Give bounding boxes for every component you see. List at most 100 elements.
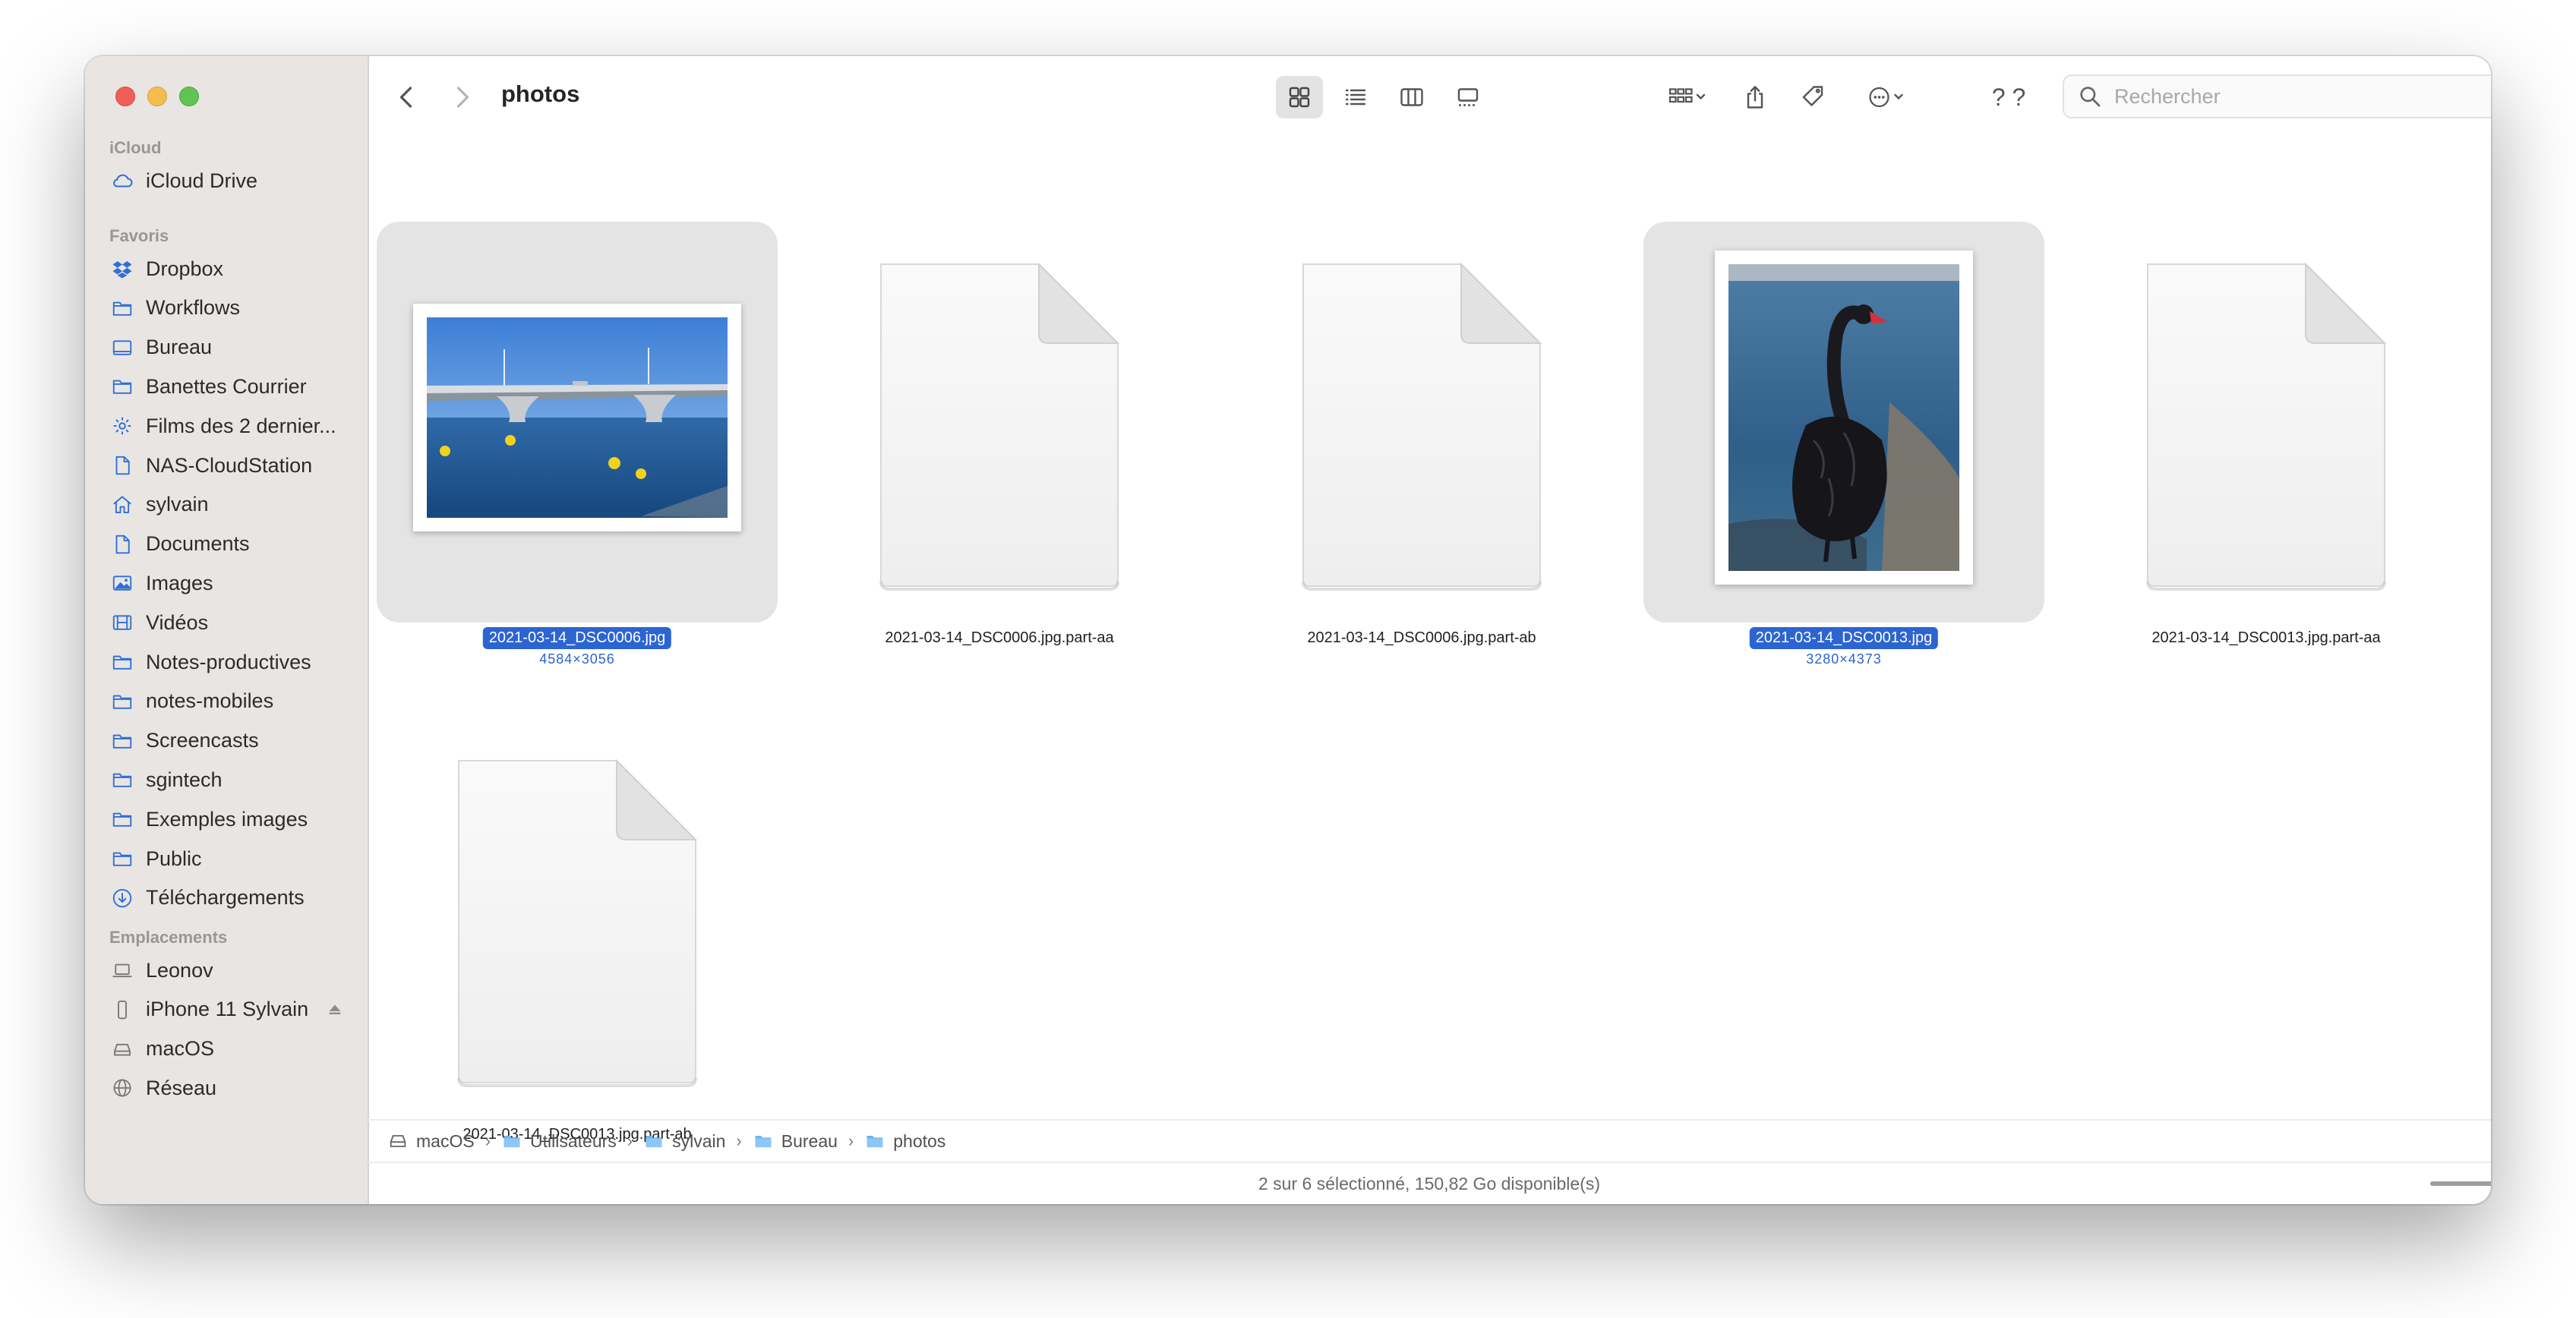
sidebar-section-header: Emplacements — [109, 928, 228, 947]
sidebar-item-label: Banettes Courrier — [146, 374, 307, 398]
column-view-button[interactable] — [1388, 76, 1435, 118]
sidebar-item[interactable]: notes-mobiles — [109, 683, 360, 720]
path-separator-icon: › — [736, 1131, 742, 1150]
search-input[interactable] — [2113, 84, 2491, 109]
photo-icon — [109, 570, 135, 596]
globe-icon — [109, 1075, 135, 1101]
image-dimensions: 3280×4373 — [1806, 651, 1882, 667]
sidebar-item[interactable]: Banettes Courrier — [109, 368, 360, 405]
sidebar-item[interactable]: Réseau — [109, 1070, 360, 1106]
sidebar: iCloud iCloud Drive Favoris Dropbox Workflow… — [85, 56, 369, 1204]
list-view-button[interactable] — [1332, 76, 1379, 118]
sidebar-item-label: iPhone 11 Sylvain — [146, 998, 309, 1021]
phone-icon — [109, 997, 135, 1023]
sidebar-item[interactable]: Screencasts — [109, 723, 360, 759]
path-crumb-label: Utilisateurs — [530, 1130, 617, 1151]
desktop-icon — [109, 335, 135, 361]
minimize-window-button[interactable] — [147, 87, 167, 106]
more-actions-button[interactable] — [1855, 76, 1920, 118]
sidebar-item[interactable]: iPhone 11 Sylvain — [109, 992, 360, 1028]
sidebar-item[interactable]: Téléchargements — [109, 880, 360, 916]
file-item[interactable]: 2021-03-14_DSC0013.jpg 3280×4373 — [1643, 222, 2066, 677]
file-grid: 2021-03-14_DSC0006.jpg 4584×3056 2021-03-1… — [368, 147, 2491, 1175]
file-item[interactable]: 2021-03-14_DSC0013.jpg.part-ab — [377, 718, 799, 1174]
help-button[interactable]: ? ? — [1975, 76, 2043, 118]
folder-icon — [867, 1136, 883, 1148]
icon-view-button[interactable] — [1276, 76, 1323, 118]
file-name: 2021-03-14_DSC0013.jpg — [1749, 627, 1939, 649]
sidebar-item-label: Notes-productives — [146, 650, 311, 673]
close-window-button[interactable] — [115, 87, 135, 106]
path-crumb-label: photos — [893, 1130, 946, 1151]
sidebar-item[interactable]: Bureau — [109, 330, 360, 366]
sidebar-item-label: Réseau — [146, 1076, 217, 1099]
group-button[interactable] — [1656, 76, 1721, 118]
document-icon — [2146, 262, 2387, 591]
folder-icon — [755, 1136, 772, 1148]
path-crumb[interactable]: macOS — [387, 1130, 475, 1152]
folder-icon — [109, 728, 135, 754]
sidebar-item[interactable]: iCloud Drive — [109, 162, 360, 199]
sidebar-item[interactable]: Vidéos — [109, 604, 360, 641]
path-crumb-label: sylvain — [672, 1130, 726, 1151]
sidebar-item[interactable]: Public — [109, 840, 360, 877]
path-crumb[interactable]: Bureau — [753, 1130, 838, 1152]
slider-fill — [2430, 1181, 2491, 1186]
sidebar-item-label: Leonov — [146, 958, 213, 982]
gallery-view-button[interactable] — [1444, 76, 1492, 118]
sidebar-item[interactable]: macOS — [109, 1031, 360, 1067]
sidebar-item-label: iCloud Drive — [146, 169, 258, 192]
path-crumb[interactable]: Utilisateurs — [501, 1130, 617, 1152]
document-icon — [109, 452, 135, 478]
back-button[interactable] — [389, 76, 425, 118]
icon-size-slider[interactable] — [2430, 1181, 2491, 1186]
sidebar-item-label: Exemples images — [146, 807, 308, 831]
status-text: 2 sur 6 sélectionné, 150,82 Go disponibl… — [1258, 1174, 1601, 1193]
sidebar-item[interactable]: Workflows — [109, 290, 360, 326]
file-name: 2021-03-14_DSC0006.jpg — [482, 627, 672, 649]
group-icon — [1668, 88, 1706, 103]
eject-icon[interactable] — [327, 1001, 343, 1018]
sidebar-item[interactable]: Exemples images — [109, 801, 360, 837]
path-crumb[interactable]: photos — [864, 1130, 945, 1152]
path-crumb-label: macOS — [416, 1130, 475, 1151]
sidebar-item-label: Téléchargements — [146, 886, 305, 910]
sidebar-item-label: Bureau — [146, 336, 213, 359]
sidebar-item-label: NAS-CloudStation — [146, 453, 313, 477]
file-item[interactable]: 2021-03-14_DSC0013.jpg.part-aa — [2066, 222, 2488, 677]
file-item[interactable]: 2021-03-14_DSC0006.jpg.part-aa — [799, 222, 1221, 677]
file-name: 2021-03-14_DSC0006.jpg.part-ab — [1307, 629, 1536, 646]
search-field[interactable] — [2063, 74, 2491, 118]
sidebar-item-label: Public — [146, 847, 202, 870]
sidebar-item[interactable]: sylvain — [109, 487, 360, 523]
sidebar-item[interactable]: sgintech — [109, 761, 360, 798]
tag-button[interactable] — [1792, 76, 1833, 118]
disk-icon — [109, 1036, 135, 1062]
file-item[interactable]: 2021-03-14_DSC0006.jpg.part-ab — [1221, 222, 1643, 677]
sidebar-item[interactable]: Documents — [109, 526, 360, 563]
sidebar-item[interactable]: Dropbox — [109, 251, 360, 287]
folder-icon — [109, 295, 135, 321]
forward-button[interactable] — [444, 76, 480, 118]
sidebar-item-label: Screencasts — [146, 729, 259, 752]
sidebar-item[interactable]: Notes-productives — [109, 644, 360, 680]
sidebar-item[interactable]: Leonov — [109, 952, 360, 988]
sidebar-item[interactable]: NAS-CloudStation — [109, 447, 360, 484]
path-bar: macOS › Utilisateurs › sylvain › Bureau › photos — [368, 1119, 2491, 1162]
sidebar-item[interactable]: Images — [109, 565, 360, 601]
sidebar-item[interactable]: Films des 2 dernier... — [109, 408, 360, 444]
path-separator-icon: › — [627, 1131, 633, 1150]
window-title: photos — [501, 80, 580, 107]
path-crumb-label: Bureau — [781, 1130, 838, 1151]
finder-window: iCloud iCloud Drive Favoris Dropbox Workflow… — [85, 56, 2491, 1204]
file-item[interactable]: 2021-03-14_DSC0006.jpg 4584×3056 — [377, 222, 799, 677]
search-icon — [2080, 87, 2101, 107]
folder-icon — [646, 1136, 662, 1148]
sidebar-item-label: notes-mobiles — [146, 689, 274, 713]
gallery-view-icon — [1457, 88, 1479, 106]
share-button[interactable] — [1735, 76, 1776, 118]
zoom-window-button[interactable] — [179, 87, 199, 106]
path-crumb[interactable]: sylvain — [643, 1130, 725, 1152]
folder-icon — [109, 846, 135, 872]
sidebar-item-label: Vidéos — [146, 610, 209, 634]
